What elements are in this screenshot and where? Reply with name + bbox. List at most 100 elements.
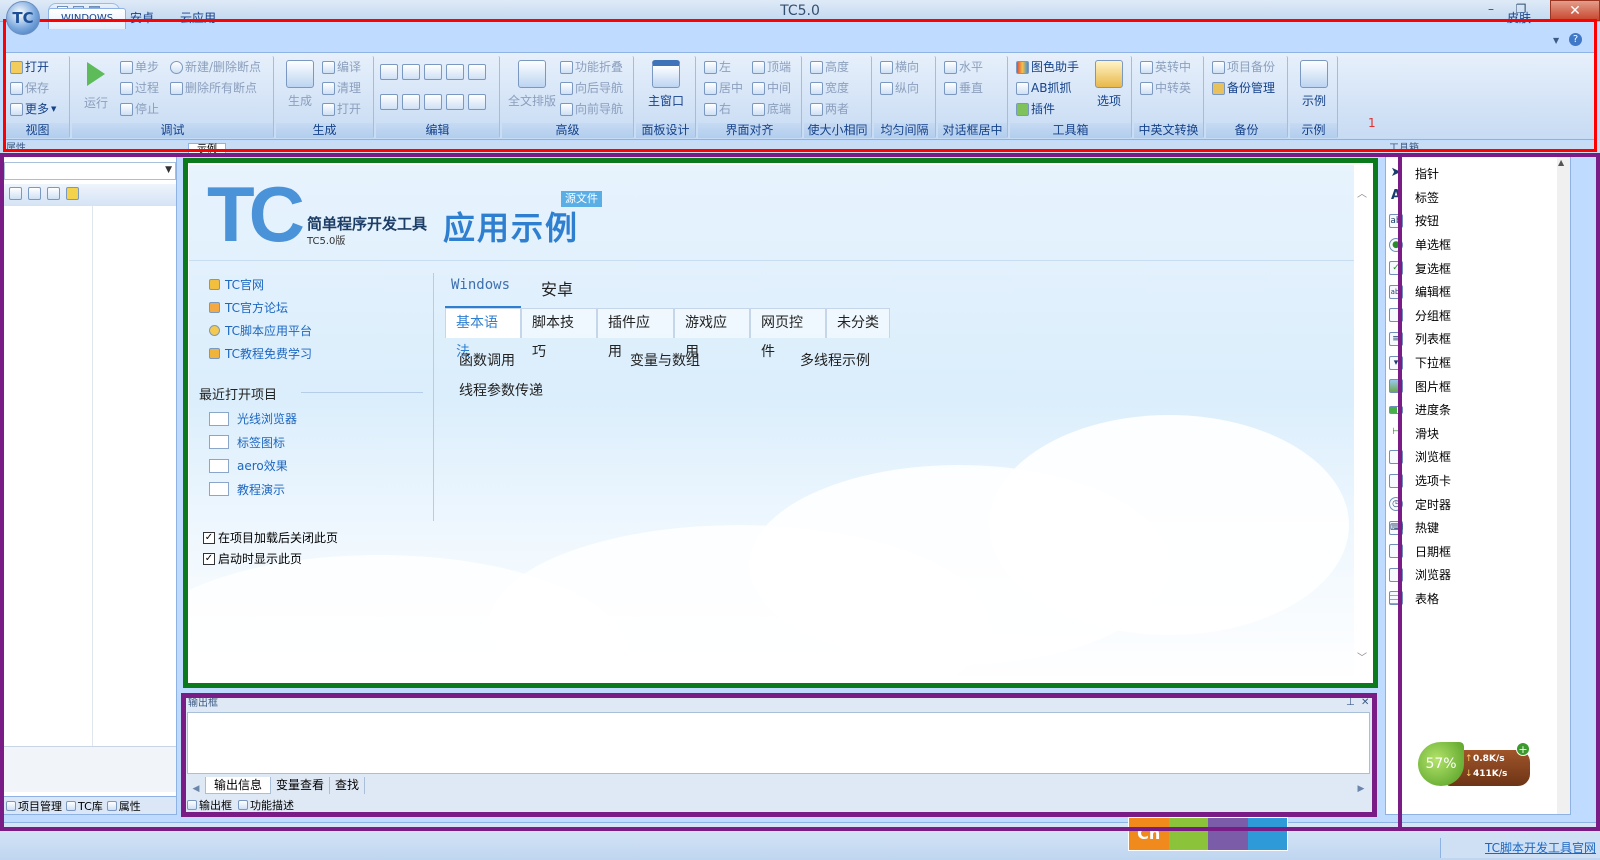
cut-icon[interactable]: [380, 64, 398, 80]
plugin-button[interactable]: 插件: [1016, 99, 1055, 119]
delete-icon[interactable]: [446, 64, 464, 80]
property-pages-icon[interactable]: [47, 187, 60, 200]
save-button[interactable]: 保存: [10, 78, 49, 98]
output-text-area[interactable]: [187, 712, 1370, 774]
skin-menu[interactable]: 皮肤: [1495, 8, 1543, 29]
same-height-button[interactable]: 高度: [810, 57, 849, 77]
step-button[interactable]: 单步: [120, 57, 159, 77]
toolbox-item-browser[interactable]: 浏览器: [1386, 563, 1556, 587]
toggle-breakpoint-button[interactable]: 新建/删除断点: [170, 57, 261, 77]
copy-icon[interactable]: [424, 64, 442, 80]
project-backup-button[interactable]: 项目备份: [1212, 57, 1275, 77]
space-vertical-button[interactable]: 纵向: [880, 78, 919, 98]
recent-project-item[interactable]: 教程演示: [209, 478, 409, 502]
punctuation-icon[interactable]: [1168, 818, 1208, 850]
toolbox-item-progress[interactable]: 进度条: [1386, 398, 1556, 422]
toolbox-item-pointer[interactable]: ➤ 指针: [1386, 162, 1556, 186]
category-tab-uncategorized[interactable]: 未分类: [826, 308, 890, 338]
scroll-right-icon[interactable]: ▶: [1352, 784, 1370, 794]
link-tc-forum[interactable]: TC官方论坛: [209, 296, 409, 319]
fold-button[interactable]: 功能折叠: [560, 57, 623, 77]
toolbox-item-hotkey[interactable]: ⌨ 热键: [1386, 516, 1556, 540]
official-site-link[interactable]: TC脚本开发工具官网: [1440, 838, 1600, 858]
toolbox-item-edit[interactable]: abl 编辑框: [1386, 280, 1556, 304]
clean-button[interactable]: 清理: [322, 78, 361, 98]
source-file-badge[interactable]: 源文件: [561, 191, 602, 207]
align-right-button[interactable]: 右: [704, 99, 731, 119]
process-button[interactable]: 过程: [120, 78, 159, 98]
tab-find[interactable]: 查找: [330, 777, 366, 794]
category-tab-game[interactable]: 游戏应用: [674, 308, 750, 360]
tab-tc-library[interactable]: TC库: [66, 798, 103, 814]
more-button[interactable]: 更多 ▼: [10, 99, 56, 119]
keyboard-icon[interactable]: [1247, 818, 1287, 850]
color-helper-button[interactable]: 图色助手: [1016, 57, 1079, 77]
example-link[interactable]: 函数调用: [459, 350, 515, 370]
options-button[interactable]: 选项: [1090, 60, 1128, 109]
back-nav-button[interactable]: 向后导航: [560, 78, 623, 98]
link-tc-tutorial[interactable]: TC教程免费学习: [209, 342, 409, 365]
object-selector[interactable]: ▼: [4, 162, 176, 180]
build-button[interactable]: 生成: [280, 60, 320, 109]
platform-tab-android[interactable]: 安卓: [541, 276, 573, 300]
tab-output-info[interactable]: 输出信息: [205, 777, 272, 794]
toolbox-item-combobox[interactable]: ▾ 下拉框: [1386, 351, 1556, 375]
category-tab-web[interactable]: 网页控件: [750, 308, 826, 360]
forward-nav-button[interactable]: 向前导航: [560, 99, 623, 119]
chevron-up-icon[interactable]: ▲: [1558, 158, 1564, 167]
indent-icon[interactable]: [446, 94, 464, 110]
tab-output-box[interactable]: 输出框: [187, 797, 232, 813]
center-vertical-button[interactable]: 垂直: [944, 78, 983, 98]
start-page-scrollbar[interactable]: ︿ ﹀: [1355, 165, 1371, 683]
toolbox-item-listbox[interactable]: ≡ 列表框: [1386, 327, 1556, 351]
chevron-up-icon[interactable]: ︿: [1357, 185, 1367, 200]
show-on-startup-checkbox[interactable]: ✓ 启动时显示此页: [203, 550, 302, 567]
tab-android[interactable]: 安卓: [118, 8, 166, 29]
toolbox-item-timer[interactable]: ◷ 定时器: [1386, 492, 1556, 516]
toolbox-item-button[interactable]: ab 按钮: [1386, 209, 1556, 233]
center-horizontal-button[interactable]: 水平: [944, 57, 983, 77]
main-window-button[interactable]: 主窗口: [640, 60, 692, 109]
delete-breakpoints-button[interactable]: 删除所有断点: [170, 78, 257, 98]
doc-tab-example[interactable]: 示例: [188, 143, 226, 155]
tab-cloud-app[interactable]: 云应用: [168, 8, 228, 29]
tab-project-manager[interactable]: 项目管理: [6, 798, 62, 814]
recent-project-item[interactable]: 标签图标: [209, 431, 409, 455]
same-width-button[interactable]: 宽度: [810, 78, 849, 98]
align-left-button[interactable]: 左: [704, 57, 731, 77]
app-orb-button[interactable]: TC: [6, 1, 40, 35]
recent-project-item[interactable]: aero效果: [209, 454, 409, 478]
tab-variable-view[interactable]: 变量查看: [271, 777, 331, 794]
ab-grab-button[interactable]: AB抓抓: [1016, 78, 1071, 98]
find-replace-icon[interactable]: [424, 94, 442, 110]
paste-icon[interactable]: [402, 64, 420, 80]
backup-manage-button[interactable]: 备份管理: [1212, 78, 1275, 98]
platform-tab-windows[interactable]: Windows: [451, 277, 510, 293]
pin-icon[interactable]: ⊥: [1346, 697, 1355, 708]
undo-icon[interactable]: [380, 94, 398, 110]
link-tc-website[interactable]: TC官网: [209, 273, 409, 296]
toolbox-item-checkbox[interactable]: ✓ 复选框: [1386, 256, 1556, 280]
example-link[interactable]: 多线程示例: [800, 350, 870, 370]
toolbox-item-browse[interactable]: 浏览框: [1386, 445, 1556, 469]
en-to-cn-button[interactable]: 英转中: [1140, 57, 1191, 77]
close-after-load-checkbox[interactable]: ✓ 在项目加载后关闭此页: [203, 529, 338, 546]
close-button[interactable]: ✕: [1550, 0, 1600, 21]
align-center-button[interactable]: 居中: [704, 78, 743, 98]
toolbox-item-groupbox[interactable]: 分组框: [1386, 304, 1556, 328]
recent-project-item[interactable]: 光线浏览器: [209, 407, 409, 431]
sort-az-icon[interactable]: [28, 187, 41, 200]
help-icon[interactable]: ?: [1569, 33, 1582, 46]
events-icon[interactable]: [66, 187, 79, 200]
align-middle-button[interactable]: 中间: [752, 78, 791, 98]
toolbox-item-datebox[interactable]: 日期框: [1386, 540, 1556, 564]
example-link[interactable]: 变量与数组: [630, 350, 700, 370]
network-speed-widget[interactable]: 57% 0.8K/s 411K/s ↑ ↓ +: [1418, 742, 1530, 790]
toolbox-item-picture[interactable]: 图片框: [1386, 374, 1556, 398]
toolbox-item-tab[interactable]: 选项卡: [1386, 469, 1556, 493]
close-icon[interactable]: ✕: [1361, 697, 1369, 708]
toolbox-item-label[interactable]: A 标签: [1386, 186, 1556, 210]
open-output-button[interactable]: 打开: [322, 99, 361, 119]
categorized-icon[interactable]: [9, 187, 22, 200]
cn-to-en-button[interactable]: 中转英: [1140, 78, 1191, 98]
